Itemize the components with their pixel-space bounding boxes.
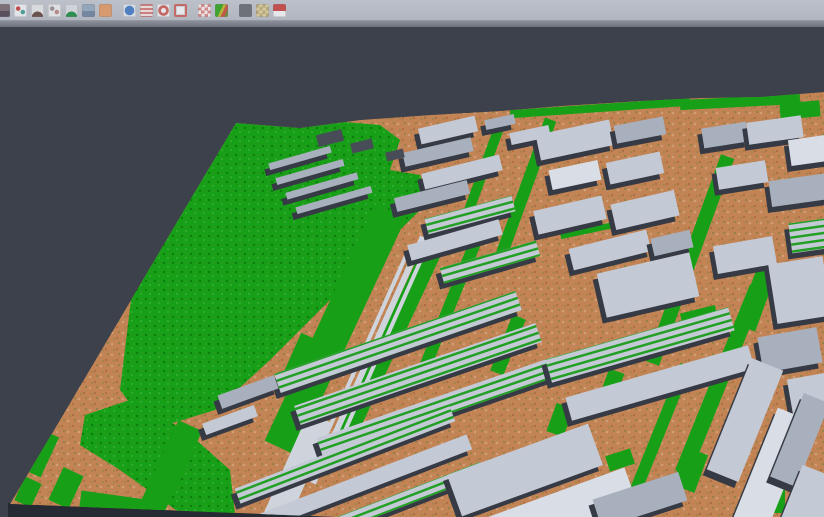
extent-icon[interactable] xyxy=(174,4,187,17)
dem-icon[interactable] xyxy=(31,4,44,17)
grid-icon[interactable] xyxy=(198,4,211,17)
target-icon[interactable] xyxy=(157,4,170,17)
toolbar xyxy=(0,0,824,21)
building-icon[interactable] xyxy=(82,4,95,17)
mesh-icon[interactable] xyxy=(239,4,252,17)
terrain-mesh xyxy=(0,27,824,517)
texture-icon[interactable] xyxy=(256,4,269,17)
viewport-3d[interactable] xyxy=(0,27,824,517)
open-project-icon[interactable] xyxy=(0,4,10,17)
points-icon[interactable] xyxy=(14,4,27,17)
terrain-mesh-render xyxy=(0,27,824,517)
toolbar-edge xyxy=(0,21,824,27)
classification-icon[interactable] xyxy=(215,4,228,17)
flag-icon[interactable] xyxy=(273,4,286,17)
markers-icon[interactable] xyxy=(48,4,61,17)
layers-icon[interactable] xyxy=(140,4,153,17)
orthophoto-icon[interactable] xyxy=(99,4,112,17)
terrain-icon[interactable] xyxy=(65,4,78,17)
globe-icon[interactable] xyxy=(123,4,136,17)
